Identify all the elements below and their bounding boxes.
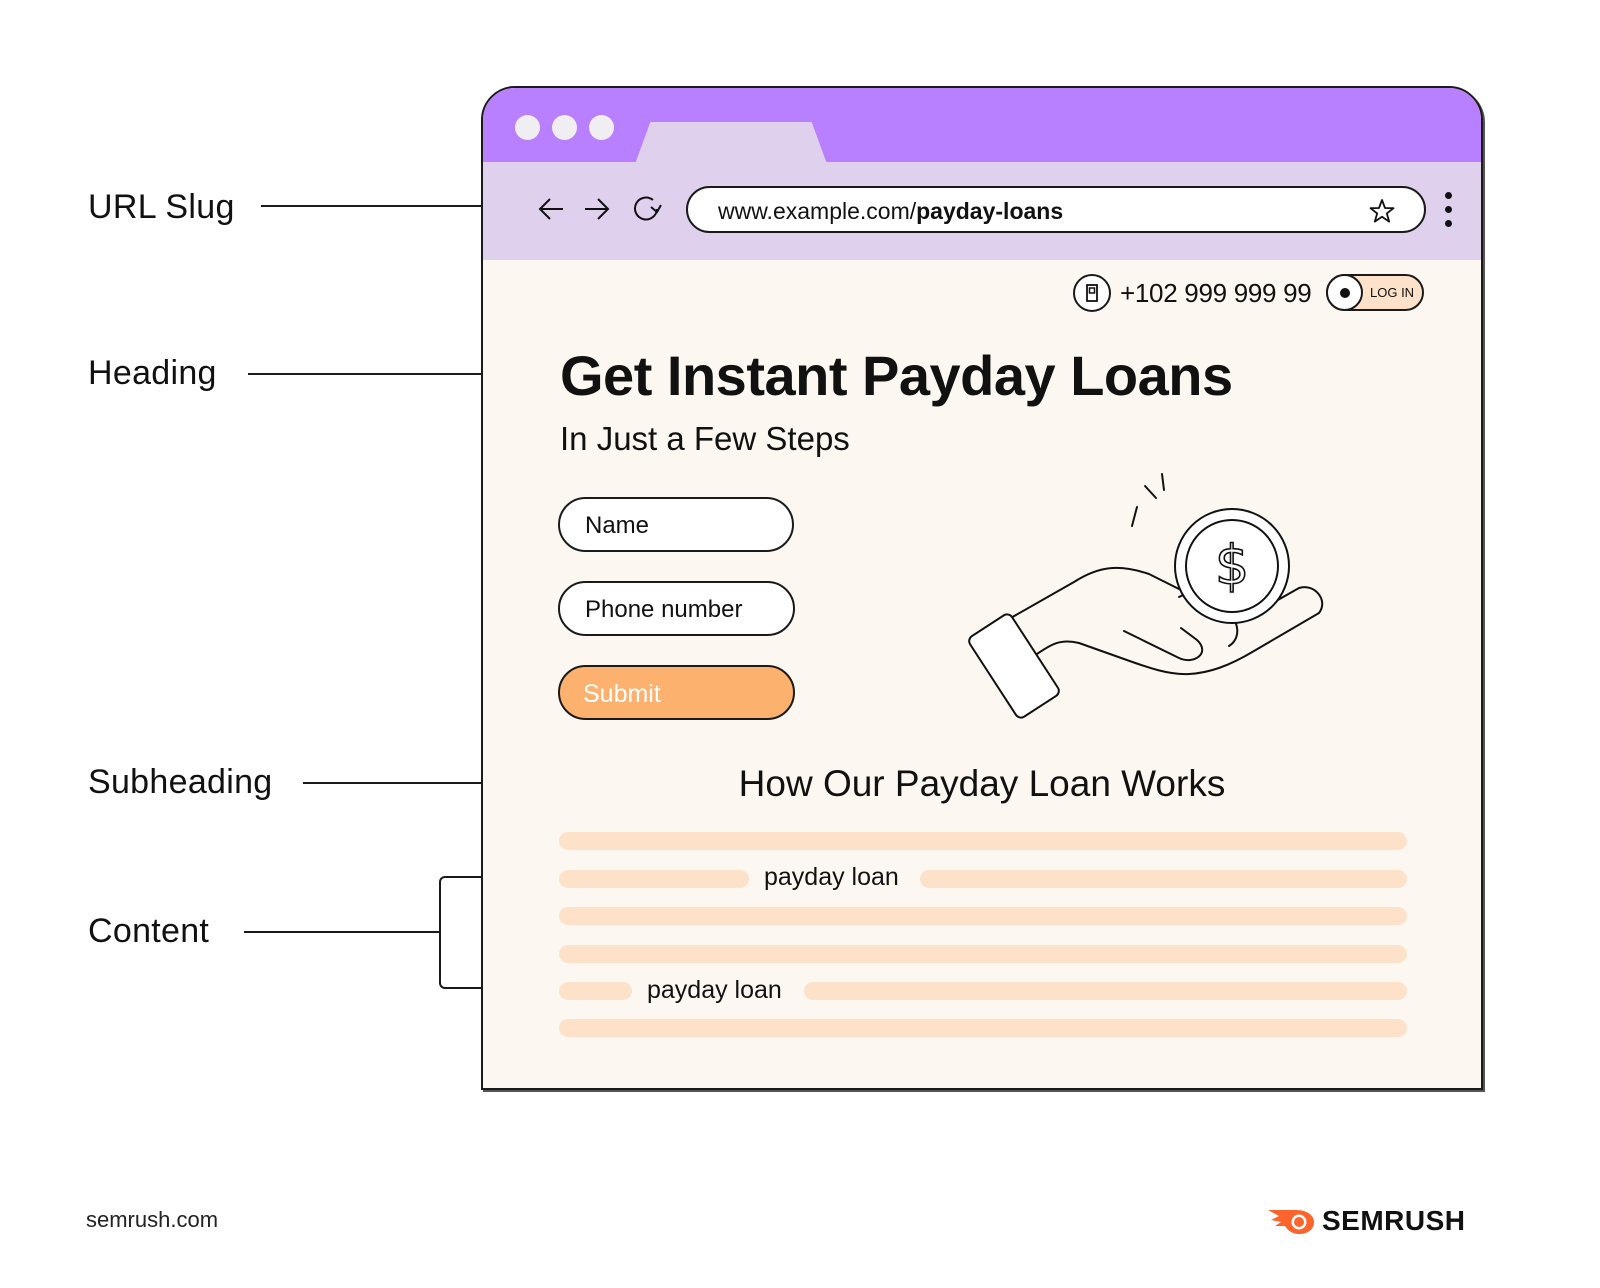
url-slug: payday-loans [916, 198, 1064, 224]
sparkle-line [1144, 485, 1157, 499]
window-close-button[interactable] [515, 115, 540, 140]
phone-field[interactable]: Phone number [558, 581, 795, 636]
content-line [559, 1019, 1407, 1037]
content-line [559, 870, 749, 888]
callout-content: Content [88, 912, 210, 950]
callout-subheading: Subheading [88, 763, 273, 801]
page-subtitle: In Just a Few Steps [560, 420, 850, 457]
content-keyword: payday loan [647, 976, 782, 1004]
star-icon[interactable] [1368, 197, 1396, 225]
login-label: LOG IN [1370, 285, 1415, 300]
dollar-sign-icon: $ [1215, 534, 1249, 597]
content-line [804, 982, 1407, 1000]
toggle-knob [1326, 274, 1363, 311]
phone-placeholder: Phone number [585, 596, 743, 623]
submit-label: Submit [583, 680, 661, 708]
name-placeholder: Name [585, 512, 650, 539]
window-minimize-button[interactable] [552, 115, 577, 140]
submit-button[interactable]: Submit [558, 665, 795, 720]
address-bar[interactable]: www.example.com/payday-loans [686, 186, 1426, 233]
page-heading: Get Instant Payday Loans [560, 344, 1233, 407]
sparkle-line [1131, 506, 1138, 527]
login-toggle[interactable]: LOG IN [1326, 274, 1424, 311]
content-line [559, 832, 1407, 850]
arrow-left-icon[interactable] [535, 192, 569, 226]
kebab-menu-icon[interactable] [1443, 192, 1455, 228]
sparkle-line [1161, 473, 1165, 491]
content-line [559, 907, 1407, 925]
phone-icon [1073, 274, 1111, 312]
callout-heading: Heading [88, 354, 217, 392]
arrow-right-icon[interactable] [579, 192, 613, 226]
url-text: www.example.com/payday-loans [718, 198, 1063, 225]
reload-icon[interactable] [629, 192, 663, 226]
content-line [920, 870, 1407, 888]
hand-coin-illustration: $ [968, 473, 1324, 719]
browser-tab[interactable] [635, 122, 827, 164]
subheading-text: How Our Payday Loan Works [738, 763, 1226, 804]
page-subheading: How Our Payday Loan Works [483, 763, 1481, 805]
content-keyword: payday loan [764, 863, 899, 891]
callout-content-line [244, 931, 440, 933]
semrush-logo-icon [1268, 1210, 1314, 1234]
thumb-shape [1123, 627, 1204, 661]
browser-window: www.example.com/payday-loans +102 999 99… [481, 86, 1483, 1090]
callout-url-slug-line [261, 205, 514, 207]
content-line [559, 945, 1407, 963]
semrush-brand: SEMRUSH [1322, 1205, 1466, 1236]
name-field[interactable]: Name [558, 497, 794, 552]
phone-number[interactable]: +102 999 999 99 [1120, 278, 1312, 309]
footer-site-link[interactable]: semrush.com [86, 1207, 218, 1233]
content-line [559, 982, 632, 1000]
url-domain: www.example.com/ [718, 198, 917, 224]
callout-heading-line [248, 373, 514, 375]
callout-url-slug: URL Slug [88, 188, 235, 226]
sleeve-shape [968, 613, 1060, 719]
window-maximize-button[interactable] [589, 115, 614, 140]
browser-titlebar [483, 88, 1481, 162]
